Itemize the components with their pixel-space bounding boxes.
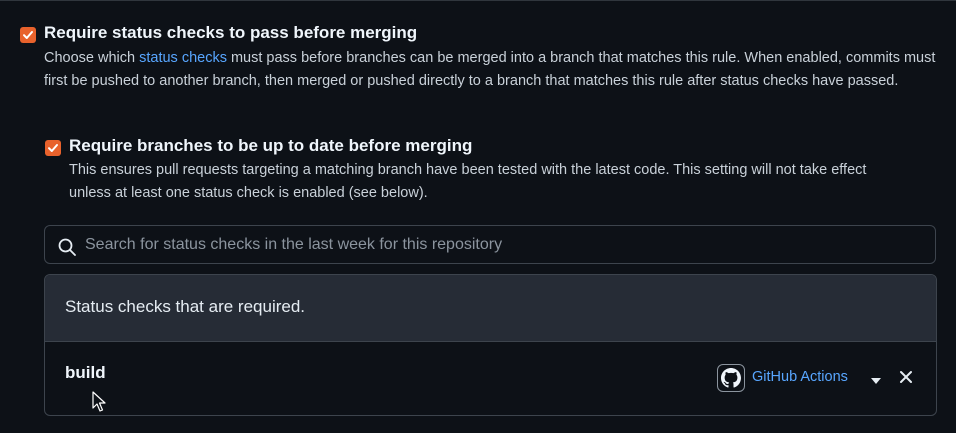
require-status-checks-checkbox[interactable] [20,27,36,43]
github-logo [721,368,741,388]
require-up-to-date-description: This ensures pull requests targeting a m… [69,162,867,201]
list-item: build GitHub Actions [45,342,936,415]
required-checks-header: Status checks that are required. [45,275,936,342]
search-input[interactable] [85,226,925,263]
mouse-pointer-icon [92,391,106,412]
check-icon [48,144,58,152]
status-checks-link[interactable]: status checks [139,50,227,66]
branch-protection-status-checks: Require status checks to pass before mer… [0,0,956,433]
top-divider [0,0,956,1]
status-check-search[interactable] [44,225,936,264]
require-up-to-date-checkbox[interactable] [45,140,61,156]
search-icon [58,238,76,256]
github-mark-icon [717,364,745,392]
x-icon[interactable] [899,370,913,384]
required-checks-header-text: Status checks that are required. [65,297,306,316]
require-up-to-date-title: Require branches to be up to date before… [69,136,473,155]
status-check-app-link[interactable]: GitHub Actions [752,369,848,385]
required-status-checks-list: Status checks that are required. build G… [44,274,937,416]
description-prefix: Choose which [44,50,140,66]
require-status-checks-description: Choose which status checks must pass bef… [44,47,939,92]
status-check-name: build [65,363,106,382]
check-icon [23,31,33,39]
require-status-checks-title: Require status checks to pass before mer… [44,23,418,42]
caret-down-icon[interactable] [871,378,881,384]
